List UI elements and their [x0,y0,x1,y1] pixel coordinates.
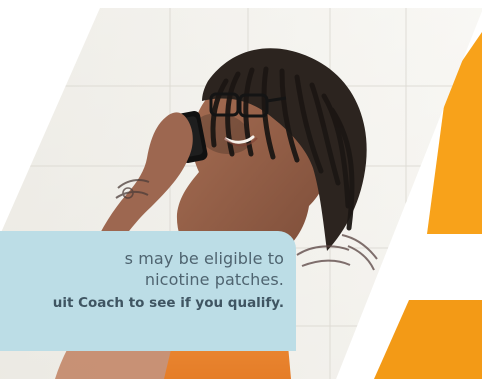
message-line-1: s may be eligible to [124,249,284,268]
eligibility-message-box: s may be eligible to nicotine patches. u… [0,231,296,351]
lower-orange-accent [374,300,482,379]
message-line-3: uit Coach to see if you qualify. [52,295,284,312]
ad-canvas: s may be eligible to nicotine patches. u… [0,0,482,379]
message-line-2: nicotine patches. [144,270,284,290]
